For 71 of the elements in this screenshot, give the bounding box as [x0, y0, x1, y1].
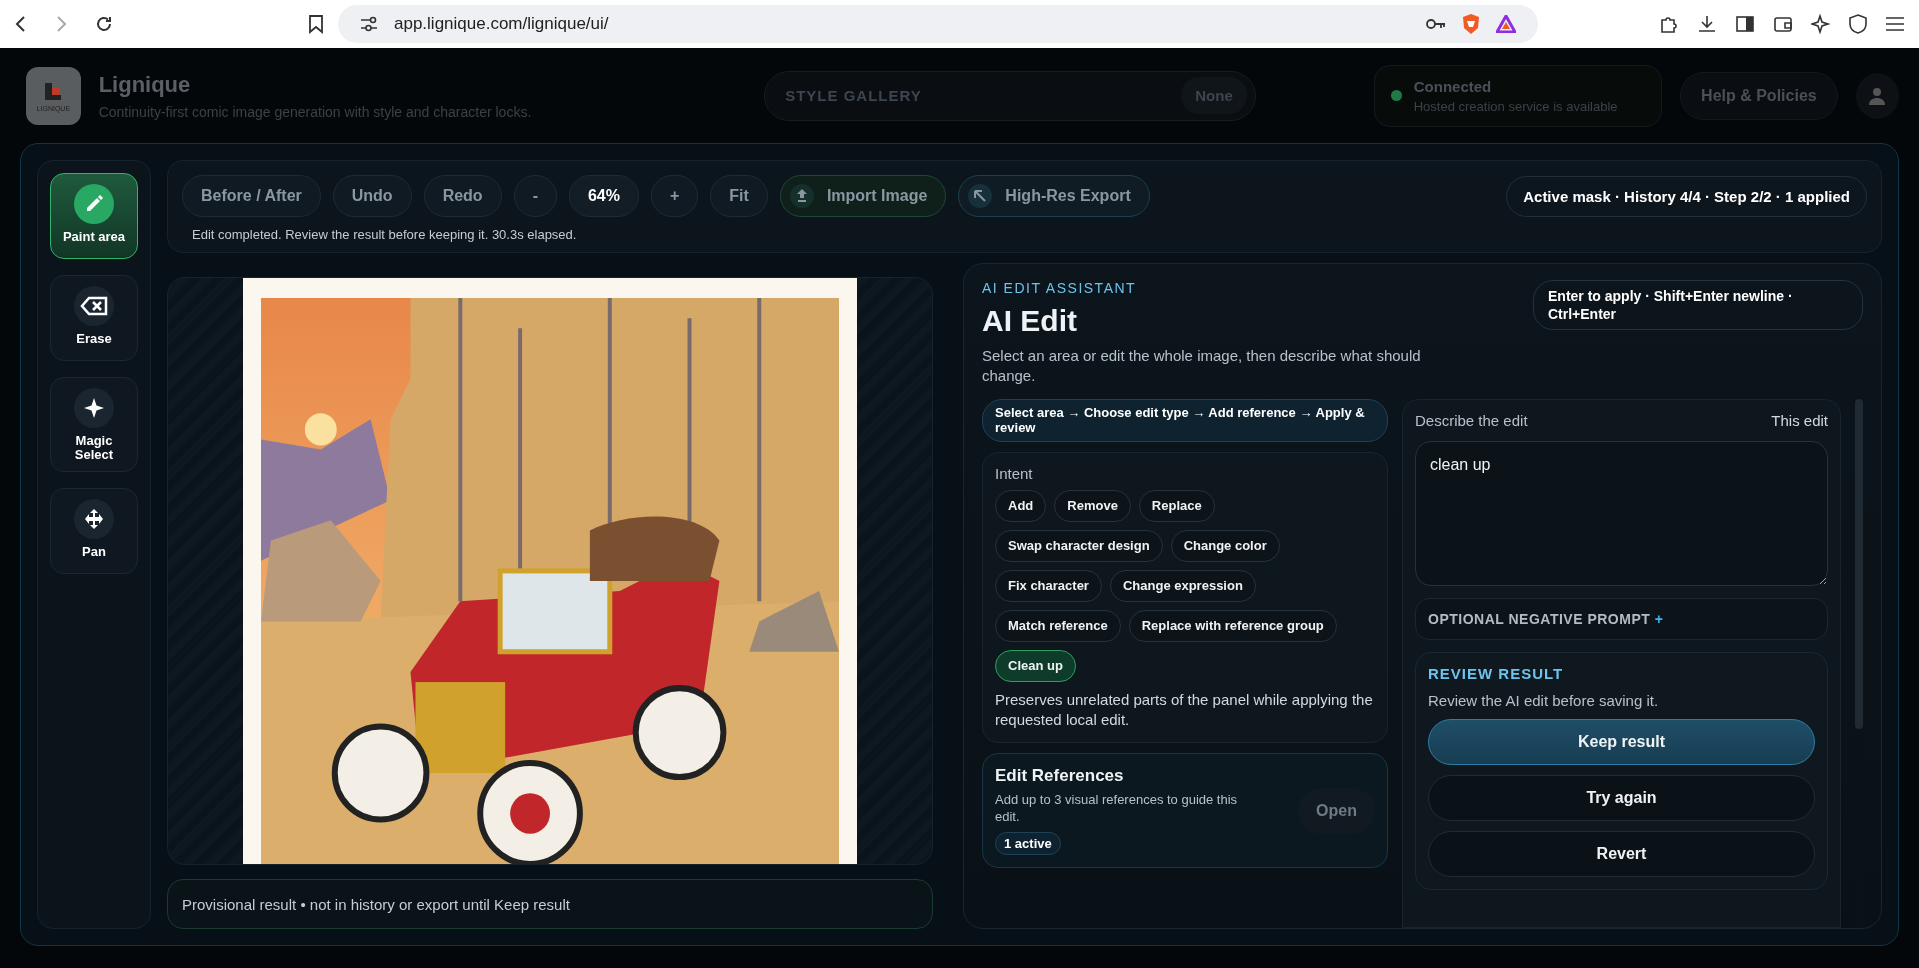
export-button[interactable]: High-Res Export: [958, 175, 1150, 217]
site-settings-icon[interactable]: [360, 16, 378, 32]
tool-button[interactable]: Pan: [50, 488, 138, 575]
workflow-steps: Select area → Choose edit type → Add reference → Apply & review: [982, 398, 1388, 442]
sidebar-icon[interactable]: [1735, 15, 1755, 33]
toolbar-button[interactable]: -: [513, 175, 557, 217]
intent-chip[interactable]: Change color: [1170, 529, 1280, 562]
menu-icon[interactable]: [1885, 16, 1905, 32]
provisional-notice: Provisional result • not in history or export until Keep result: [167, 879, 933, 929]
review-description: Review the AI edit before saving it.: [1428, 691, 1660, 709]
toolbar-button[interactable]: Redo: [423, 175, 502, 217]
intent-chip[interactable]: Clean up: [995, 649, 1076, 682]
intent-chip[interactable]: Swap character design: [995, 529, 1163, 562]
app-tagline: Continuity-first comic image generation with style and character locks.: [98, 103, 533, 120]
upload-icon: [788, 183, 815, 209]
intent-chip[interactable]: Replace with reference group: [1128, 609, 1337, 642]
tool-button[interactable]: Erase: [50, 275, 138, 361]
toolbar-button[interactable]: Before / After: [182, 175, 321, 217]
review-title: REVIEW RESULT: [1428, 664, 1565, 682]
import-button[interactable]: Import Image: [779, 175, 947, 217]
lion-shield-icon[interactable]: [1462, 13, 1480, 35]
intent-description: Preserves unrelated parts of the panel while applying the requested local edit.: [995, 689, 1374, 730]
canvas-area[interactable]: [167, 277, 933, 865]
references-title: Edit References: [995, 766, 1125, 787]
intent-chip[interactable]: Change expression: [1109, 569, 1256, 602]
zoom-level-button[interactable]: 64%: [568, 175, 639, 217]
url-text: app.lignique.com/lignique/ui/: [394, 14, 609, 34]
backspace-icon: [80, 296, 108, 316]
open-button[interactable]: Open: [1298, 787, 1375, 834]
keep-result-button[interactable]: Keep result: [1428, 718, 1815, 765]
intent-chip[interactable]: Fix character: [995, 569, 1102, 602]
reload-icon[interactable]: [94, 14, 114, 34]
shield-icon[interactable]: [1849, 14, 1867, 34]
puzzle-icon[interactable]: [1659, 14, 1679, 34]
panel-description: Select an area or edit the whole image, then describe what should change.: [982, 346, 1422, 387]
wallet-icon[interactable]: [1773, 15, 1793, 33]
toolbar-button[interactable]: Fit: [710, 175, 768, 217]
intent-chip[interactable]: Replace: [1138, 489, 1215, 522]
negative-prompt-toggle[interactable]: OPTIONAL NEGATIVE PROMPT +: [1415, 597, 1828, 640]
back-icon[interactable]: [14, 15, 28, 33]
review-action-button[interactable]: Try again: [1428, 774, 1815, 821]
status-message: Edit completed. Review the result before keeping it. 30.3s elapsed.: [191, 227, 578, 242]
review-action-button[interactable]: Revert: [1428, 830, 1815, 877]
shortcut-hint: Enter to apply · Shift+Enter newline · Ctrl+Enter: [1533, 280, 1863, 331]
references-description: Add up to 3 visual references to guide this edit.: [995, 792, 1239, 826]
intent-label: Intent: [995, 464, 1034, 482]
tool-button[interactable]: Paint area: [50, 173, 138, 259]
tool-button[interactable]: Magic Select: [50, 377, 138, 473]
panel-eyebrow: AI EDIT ASSISTANT: [982, 280, 1138, 296]
connection-title: Connected: [1413, 77, 1493, 95]
sparkle-icon[interactable]: [1811, 14, 1831, 34]
prompt-label: Describe the edit: [1415, 411, 1528, 429]
intent-chip[interactable]: Match reference: [995, 609, 1121, 642]
download-icon[interactable]: [1697, 14, 1717, 34]
sparkle-icon: [83, 397, 105, 419]
panel-title: AI Edit: [982, 304, 1078, 338]
references-count-badge: 1 active: [995, 831, 1061, 855]
toolbar-button[interactable]: Undo: [332, 175, 412, 217]
bookmark-icon[interactable]: [308, 14, 324, 34]
connection-detail: Hosted creation service is available: [1413, 98, 1618, 114]
address-bar[interactable]: app.lignique.com/lignique/ui/: [338, 5, 1538, 43]
toolbar-button[interactable]: +: [651, 175, 699, 217]
prompt-scope: This edit: [1771, 411, 1828, 429]
intent-chip[interactable]: Add: [995, 489, 1047, 522]
triangle-icon[interactable]: [1496, 15, 1516, 33]
prompt-field[interactable]: clean up: [1415, 440, 1828, 586]
app-name: Lignique: [98, 71, 192, 98]
history-status-badge: Active mask · History 4/4 · Step 2/2 · 1 applied: [1506, 175, 1867, 217]
key-icon[interactable]: [1426, 18, 1446, 30]
move-arrows-icon: [83, 508, 105, 531]
intent-chip[interactable]: Remove: [1054, 489, 1131, 522]
